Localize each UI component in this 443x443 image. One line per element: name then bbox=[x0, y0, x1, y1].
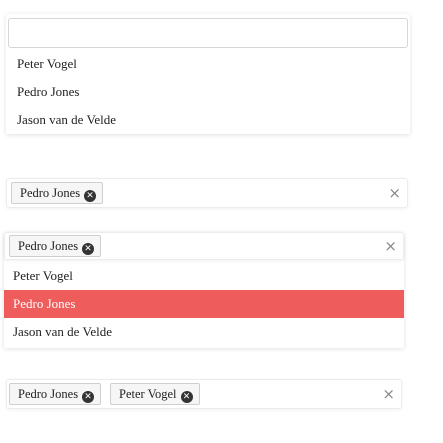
multi-select-2[interactable]: Pedro Jones ✕ × bbox=[6, 178, 408, 208]
tag-pedro-jones: Pedro Jones ✕ bbox=[11, 182, 104, 204]
dropdown-panel-1: Peter Vogel Pedro Jones Jason van de Vel… bbox=[6, 14, 410, 134]
option-pedro-jones[interactable]: Pedro Jones bbox=[6, 78, 410, 106]
close-circle-icon[interactable]: ✕ bbox=[180, 391, 193, 403]
option-peter-vogel[interactable]: Peter Vogel bbox=[6, 50, 410, 78]
close-circle-icon[interactable]: ✕ bbox=[82, 391, 95, 403]
clear-icon[interactable]: × bbox=[382, 386, 395, 402]
multi-select-3[interactable]: Pedro Jones ✕ × bbox=[4, 232, 404, 260]
tag-peter-vogel: Peter Vogel ✕ bbox=[110, 383, 200, 405]
search-input[interactable] bbox=[8, 18, 408, 48]
close-circle-icon[interactable]: ✕ bbox=[84, 190, 97, 202]
clear-icon[interactable]: × bbox=[384, 238, 397, 254]
tag-label: Pedro Jones bbox=[20, 186, 81, 200]
clear-icon[interactable]: × bbox=[388, 185, 401, 201]
tag-pedro-jones: Pedro Jones ✕ bbox=[9, 383, 102, 405]
option-pedro-jones-highlighted[interactable]: Pedro Jones bbox=[4, 290, 404, 318]
option-jason-van-de-velde[interactable]: Jason van de Velde bbox=[4, 318, 404, 346]
close-circle-icon[interactable]: ✕ bbox=[82, 243, 95, 255]
multi-select-4[interactable]: Pedro Jones ✕ Peter Vogel ✕ × bbox=[6, 379, 402, 409]
tag-label: Peter Vogel bbox=[119, 387, 177, 401]
option-peter-vogel[interactable]: Peter Vogel bbox=[4, 262, 404, 290]
tag-pedro-jones: Pedro Jones ✕ bbox=[9, 235, 102, 257]
option-jason-van-de-velde[interactable]: Jason van de Velde bbox=[6, 106, 410, 134]
tag-label: Pedro Jones bbox=[18, 239, 79, 253]
tag-label: Pedro Jones bbox=[18, 387, 79, 401]
